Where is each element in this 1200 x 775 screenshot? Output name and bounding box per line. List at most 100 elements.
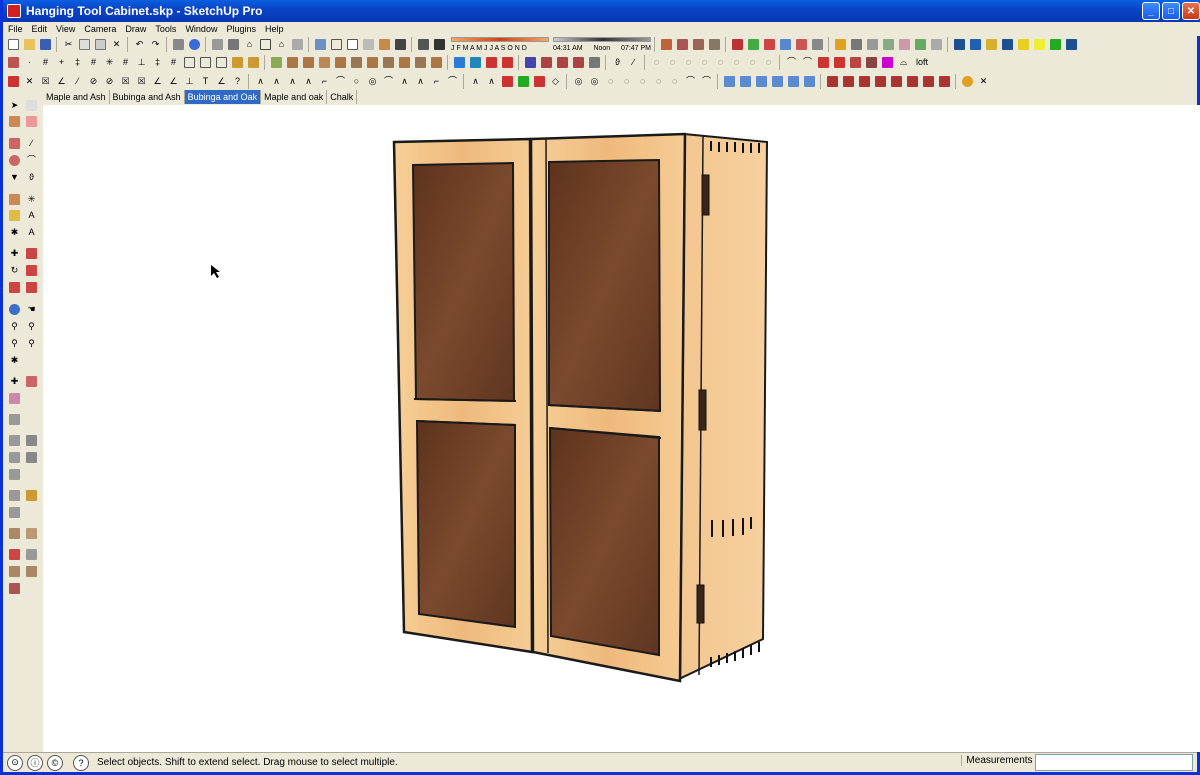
components-icon[interactable] <box>24 564 39 579</box>
rectangle-icon[interactable] <box>7 136 22 151</box>
freehand-icon[interactable]: ϑ <box>24 170 39 185</box>
new-file-icon[interactable] <box>6 37 21 52</box>
section-display-icon[interactable] <box>675 37 690 52</box>
help-icon[interactable]: ? <box>230 74 245 89</box>
mirror-icon[interactable] <box>500 55 515 70</box>
move-icon[interactable] <box>452 55 467 70</box>
round-icon-6[interactable]: ◌ <box>729 55 744 70</box>
array-icon[interactable] <box>571 55 586 70</box>
right-view-icon[interactable] <box>258 37 273 52</box>
styles-icon[interactable] <box>24 526 39 541</box>
scene-tab-bubinga-oak[interactable]: Bubinga and Oak <box>184 90 262 104</box>
bezier-icon-5[interactable] <box>532 74 547 89</box>
offset-tool-icon[interactable] <box>24 280 39 295</box>
instructor-help-icon[interactable]: ? <box>73 754 89 771</box>
title-bar[interactable]: Hanging Tool Cabinet.skp - SketchUp Pro … <box>3 0 1200 22</box>
sandbox-icon-3[interactable]: # <box>38 55 53 70</box>
lasso-icon[interactable]: ϑ <box>610 55 625 70</box>
joint-icon-7[interactable] <box>365 55 380 70</box>
arc-icon-2[interactable]: ⌒ <box>800 55 815 70</box>
component-icon-6[interactable] <box>913 37 928 52</box>
scene-tab-bubinga-ash[interactable]: Bubinga and Ash <box>110 90 185 104</box>
materials-icon[interactable] <box>7 526 22 541</box>
menu-edit[interactable]: Edit <box>32 24 48 34</box>
xray-icon[interactable] <box>313 37 328 52</box>
dim-icon-3[interactable]: ☒ <box>38 74 53 89</box>
zoom-window-icon[interactable]: ⚲ <box>24 319 39 334</box>
layers-icon[interactable] <box>7 547 22 562</box>
google-earth-icon-3[interactable] <box>7 450 22 465</box>
menu-plugins[interactable]: Plugins <box>226 24 256 34</box>
sandbox-icon-4[interactable]: + <box>54 55 69 70</box>
google-earth-icon-2[interactable] <box>24 433 39 448</box>
joint-icon-8[interactable] <box>381 55 396 70</box>
round-icon-7[interactable]: ◌ <box>745 55 760 70</box>
curve-icon-12[interactable]: ⌐ <box>429 74 444 89</box>
follow-me-icon[interactable]: ✳ <box>24 192 39 207</box>
spiral-icon-4[interactable]: ◌ <box>619 74 634 89</box>
scene-tab-chalk[interactable]: Chalk <box>327 90 358 104</box>
solid-icon-6[interactable] <box>802 74 817 89</box>
flip-icon[interactable] <box>523 55 538 70</box>
shaded-texture-icon[interactable] <box>377 37 392 52</box>
dim-icon-12[interactable]: ⊥ <box>182 74 197 89</box>
round-icon-3[interactable]: ◌ <box>681 55 696 70</box>
plugin-icon-2[interactable] <box>746 37 761 52</box>
credits-icon[interactable]: ⓘ <box>27 754 43 771</box>
left-view-icon[interactable] <box>290 37 305 52</box>
sandbox-icon-12[interactable] <box>182 55 197 70</box>
solid-icon-5[interactable] <box>786 74 801 89</box>
open-file-icon[interactable] <box>22 37 37 52</box>
scale-icon[interactable] <box>555 55 570 70</box>
dim-icon-10[interactable]: ∠ <box>150 74 165 89</box>
walk-icon[interactable] <box>7 391 22 406</box>
circle-icon[interactable] <box>7 153 22 168</box>
dim-icon-4[interactable]: ∠ <box>54 74 69 89</box>
section-cut-icon[interactable] <box>691 37 706 52</box>
spiral-icon-7[interactable]: ◌ <box>667 74 682 89</box>
push-pull-icon[interactable] <box>7 192 22 207</box>
measurements-input[interactable] <box>1035 754 1193 771</box>
cutlist-icon-2[interactable] <box>841 74 856 89</box>
solid-icon-1[interactable] <box>722 74 737 89</box>
spiral-icon-3[interactable]: ◌ <box>603 74 618 89</box>
joint-icon-1[interactable] <box>269 55 284 70</box>
joint-icon-3[interactable] <box>301 55 316 70</box>
plugin-icon-1[interactable] <box>730 37 745 52</box>
component-icon-1[interactable] <box>833 37 848 52</box>
sandbox-icon-2[interactable]: · <box>22 55 37 70</box>
menu-camera[interactable]: Camera <box>84 24 116 34</box>
spiral-icon-1[interactable]: ◎ <box>571 74 586 89</box>
round-icon-1[interactable]: ◌ <box>649 55 664 70</box>
arc-icon-3[interactable] <box>816 55 831 70</box>
scale-tool-icon[interactable] <box>7 280 22 295</box>
joint-icon-10[interactable] <box>413 55 428 70</box>
stretch-icon[interactable] <box>484 55 499 70</box>
cutlist-icon-7[interactable] <box>921 74 936 89</box>
user-icon[interactable]: © <box>47 754 63 771</box>
google-icon-4[interactable] <box>1000 37 1015 52</box>
loft-tool-icon[interactable]: ⌓ <box>896 55 911 70</box>
curve-icon-7[interactable]: ○ <box>349 74 364 89</box>
sandbox-icon-11[interactable]: # <box>166 55 181 70</box>
outliner-icon[interactable] <box>24 547 39 562</box>
shadow-date-slider[interactable]: J F M A M J J A S O N D <box>451 37 549 52</box>
menu-window[interactable]: Window <box>185 24 217 34</box>
previous-view-icon[interactable]: ⚲ <box>24 336 39 351</box>
arc-icon-4[interactable] <box>832 55 847 70</box>
solid-icon-3[interactable] <box>754 74 769 89</box>
bezier-icon-1[interactable]: ∧ <box>468 74 483 89</box>
plugin-icon-4[interactable] <box>778 37 793 52</box>
cutlist-icon-5[interactable] <box>889 74 904 89</box>
zoom-icon[interactable]: ⚲ <box>7 319 22 334</box>
google-earth-icon-4[interactable] <box>24 450 39 465</box>
component-icon-5[interactable] <box>897 37 912 52</box>
joint-icon-2[interactable] <box>285 55 300 70</box>
wireframe-icon[interactable] <box>329 37 344 52</box>
google-icon-2[interactable] <box>968 37 983 52</box>
bezier-icon-4[interactable] <box>516 74 531 89</box>
drawing-viewport[interactable] <box>43 105 1200 752</box>
menu-help[interactable]: Help <box>265 24 284 34</box>
joint-icon-11[interactable] <box>429 55 444 70</box>
google-icon-1[interactable] <box>952 37 967 52</box>
